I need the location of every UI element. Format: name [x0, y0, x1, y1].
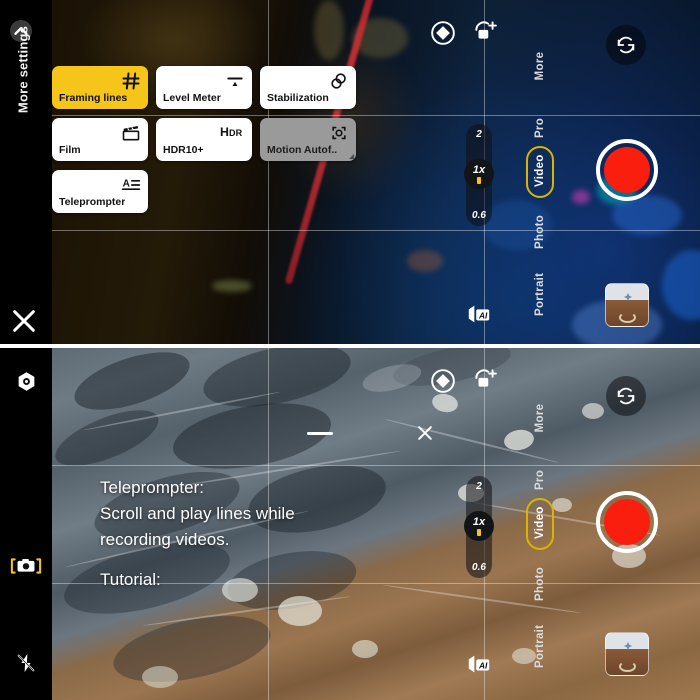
card-level-meter[interactable]: Level Meter	[156, 66, 252, 109]
text-lines-icon: A	[121, 175, 141, 195]
zoom-min-label: 0.6	[472, 562, 486, 573]
more-settings-label: More settings	[15, 25, 31, 114]
card-hdr10plus[interactable]: H DR HDR10+	[156, 118, 252, 161]
svg-text:AI: AI	[478, 661, 488, 671]
level-meter-icon	[225, 71, 245, 91]
zoom-slider-top[interactable]: 2 ··· 0.6 1x	[464, 124, 494, 226]
grid-icon	[121, 71, 141, 91]
zoom-current-label: 1x	[472, 163, 486, 176]
card-label: Framing lines	[59, 92, 128, 104]
mode-more[interactable]: More	[534, 50, 546, 82]
mode-selector-bottom[interactable]: More Pro Video Photo Portrait	[524, 382, 556, 672]
flip-camera-icon[interactable]	[606, 376, 646, 416]
zoom-slider-bottom[interactable]: 2 ··· 0.6 1x	[464, 476, 494, 578]
teleprompter-line-1: Teleprompter:	[100, 478, 204, 497]
card-teleprompter[interactable]: A Teleprompter	[52, 170, 148, 213]
zoom-knob-marker	[477, 176, 481, 184]
zoom-knob[interactable]: 1x	[464, 159, 494, 189]
card-film[interactable]: Film	[52, 118, 148, 161]
mode-photo[interactable]: Photo	[534, 567, 546, 601]
teleprompter-line-2: Scroll and play lines while	[100, 504, 295, 523]
stabilization-icon	[329, 71, 349, 91]
svg-text:AI: AI	[478, 311, 488, 321]
thumbnail-detail-ring	[619, 661, 636, 672]
mode-portrait[interactable]: Portrait	[534, 273, 546, 316]
card-label: HDR10+	[163, 144, 204, 156]
ai-scene-optimizer-icon[interactable]: AI	[466, 653, 492, 675]
settings-card-row: Film H DR HDR10+ Motion Autof..	[52, 118, 356, 161]
filter-magic-icon[interactable]	[472, 366, 498, 392]
mode-portrait[interactable]: Portrait	[534, 625, 546, 668]
mode-photo[interactable]: Photo	[534, 215, 546, 249]
mode-more[interactable]: More	[534, 402, 546, 434]
gallery-thumbnail-top[interactable]	[605, 283, 649, 327]
panel-teleprompter: 4K 30	[0, 348, 700, 700]
zoom-current-label: 1x	[472, 515, 486, 528]
mode-pro[interactable]: Pro	[534, 112, 546, 144]
card-framing-lines[interactable]: Framing lines	[52, 66, 148, 109]
mode-video[interactable]: Video	[534, 154, 546, 187]
ai-scene-optimizer-icon[interactable]: AI	[466, 303, 492, 325]
card-label: Stabilization	[267, 92, 329, 104]
card-label: Motion Autof..	[267, 144, 338, 156]
rail-camera-bottom: 4K 30	[0, 348, 52, 700]
panel-divider	[0, 344, 700, 348]
settings-card-row: A Teleprompter	[52, 170, 356, 213]
zoom-knob[interactable]: 1x	[464, 511, 494, 541]
zoom-knob-marker	[477, 528, 481, 536]
aspect-ratio-camera-icon[interactable]	[0, 551, 52, 581]
card-motion-autofocus[interactable]: Motion Autof..	[260, 118, 356, 161]
drag-handle-icon[interactable]	[307, 432, 333, 435]
record-button-top[interactable]	[596, 139, 658, 201]
svg-text:A: A	[123, 178, 130, 189]
zoom-max-label: 2	[476, 481, 482, 492]
thumbnail-detail-ring	[619, 312, 636, 323]
card-stabilization[interactable]: Stabilization	[260, 66, 356, 109]
record-button-bottom[interactable]	[596, 491, 658, 553]
svg-text:H: H	[220, 125, 229, 139]
svg-text:DR: DR	[229, 128, 243, 138]
settings-card-grid: Framing lines Level Meter Stabilization	[52, 66, 356, 222]
flip-camera-icon[interactable]	[606, 25, 646, 65]
effects-diamond-icon[interactable]	[430, 20, 456, 46]
settings-hex-icon[interactable]	[0, 366, 52, 396]
card-label: Level Meter	[163, 92, 221, 104]
hdr-icon: H DR	[220, 122, 248, 142]
gallery-thumbnail-bottom[interactable]	[605, 632, 649, 676]
zoom-max-label: 2	[476, 129, 482, 140]
mode-video[interactable]: Video	[534, 506, 546, 539]
panel-more-settings: More settings Framing lines Level Meter …	[0, 0, 700, 344]
teleprompter-script[interactable]: Teleprompter: Scroll and play lines whil…	[100, 475, 430, 593]
mode-selector-top[interactable]: More Pro Video Photo Portrait	[524, 30, 556, 320]
card-label: Teleprompter	[59, 196, 126, 208]
effects-diamond-icon[interactable]	[430, 368, 456, 394]
card-label: Film	[59, 144, 81, 156]
thumbnail-detail-icon	[623, 641, 633, 651]
flash-off-icon[interactable]	[0, 648, 52, 678]
zoom-min-label: 0.6	[472, 210, 486, 221]
rail-more-settings: More settings	[0, 0, 52, 344]
teleprompter-line-3: recording videos.	[100, 530, 230, 549]
filter-magic-icon[interactable]	[472, 18, 498, 44]
motion-autofocus-icon	[329, 123, 349, 143]
mode-pro[interactable]: Pro	[534, 464, 546, 496]
clapperboard-icon	[121, 123, 141, 143]
card-corner-marker	[349, 154, 354, 159]
close-icon[interactable]	[415, 423, 435, 443]
app-screen: More settings Framing lines Level Meter …	[0, 0, 700, 700]
teleprompter-line-4: Tutorial:	[100, 570, 161, 589]
thumbnail-detail-icon	[623, 292, 633, 302]
teleprompter-spacer	[100, 553, 430, 567]
close-icon[interactable]	[8, 305, 40, 337]
settings-card-row: Framing lines Level Meter Stabilization	[52, 66, 356, 109]
